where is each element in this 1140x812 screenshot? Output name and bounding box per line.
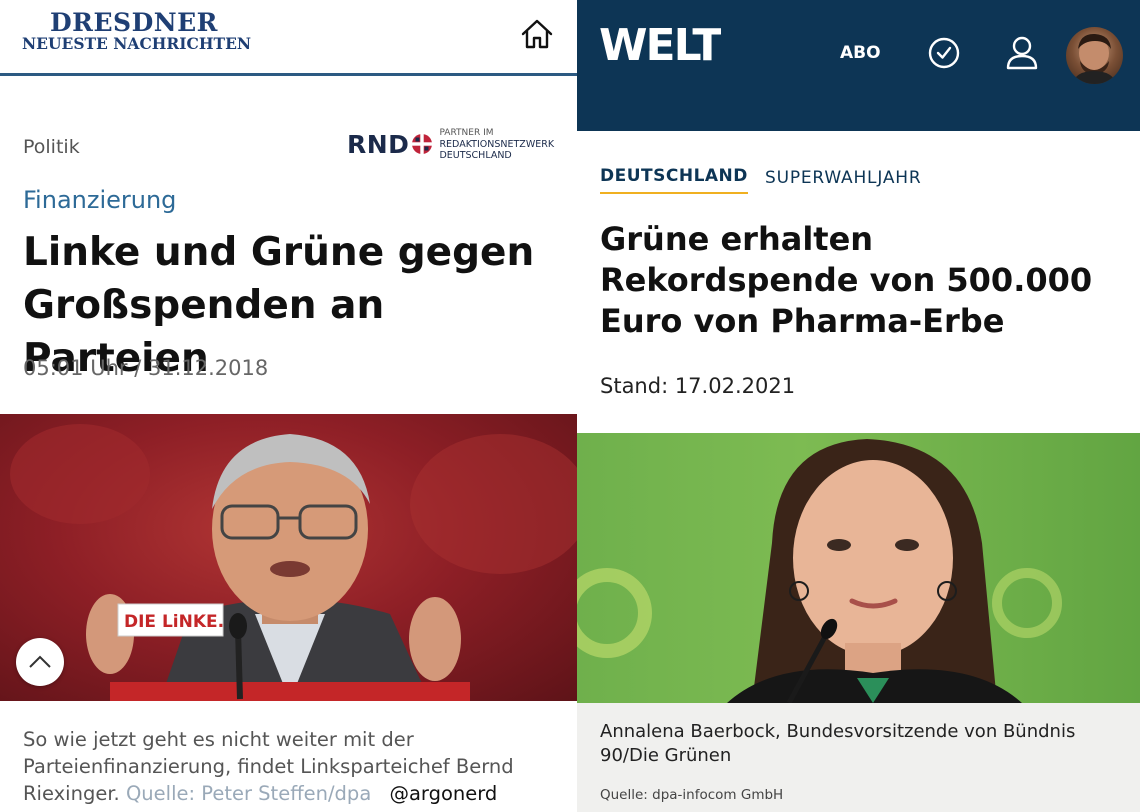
article-time: 05:01 Uhr — [23, 356, 128, 380]
welt-wordmark: WELT — [599, 20, 724, 71]
dnn-logo[interactable]: DRESDNER NEUESTE NACHRICHTEN — [22, 10, 251, 52]
photo-illustration: DIE LiNKE. — [10, 424, 577, 701]
watermark-handle: @argonerd — [389, 782, 498, 805]
rnd-logo-text: RND — [347, 129, 410, 159]
article-date: Stand: 17.02.2021 — [600, 374, 796, 398]
home-icon[interactable] — [520, 18, 554, 50]
dnn-logo-line2: NEUESTE NACHRICHTEN — [22, 34, 252, 53]
date-separator: / — [134, 356, 142, 380]
dnn-header: DRESDNER NEUESTE NACHRICHTEN — [0, 0, 577, 76]
welt-logo-text: WELT — [599, 26, 721, 66]
article-photo-baerbock — [577, 433, 1140, 703]
caption-text: Annalena Baerbock, Bundesvorsitzende von… — [600, 721, 1076, 766]
abo-button[interactable]: ABO — [840, 43, 881, 63]
rnd-partner-line2: DEUTSCHLAND — [439, 149, 512, 161]
article-date: 31.12.2018 — [147, 356, 269, 380]
caption-source: Quelle: Peter Steffen/dpa — [125, 782, 372, 805]
rnd-partner-line1: REDAKTIONSNETZWERK — [439, 138, 555, 150]
tab-deutschland[interactable]: DEUTSCHLAND — [600, 166, 748, 194]
article-photo-riexinger: DIE LiNKE. — [0, 414, 577, 701]
rnd-mark-icon — [412, 134, 433, 154]
chevron-up-icon — [29, 655, 51, 668]
rnd-partner-small: PARTNER IM — [439, 127, 494, 138]
user-icon[interactable] — [1005, 35, 1039, 75]
rnd-partner-badge: RND PARTNER IM REDAKTIONSNETZWERK DEUTSC… — [347, 126, 562, 162]
scroll-top-button[interactable] — [16, 638, 64, 686]
welt-article-panel: WELT ABO DEUTSCHLAND SUPERWAHLJAHR Grüne… — [577, 0, 1140, 812]
photo-caption: Annalena Baerbock, Bundesvorsitzende von… — [577, 703, 1140, 812]
dnn-logo-line1: DRESDNER — [50, 8, 218, 37]
photo-sign-text: DIE LiNKE. — [124, 612, 224, 632]
article-kicker: Finanzierung — [23, 186, 177, 214]
tab-superwahljahr[interactable]: SUPERWAHLJAHR — [765, 168, 921, 188]
photo-caption: So wie jetzt geht es nicht weiter mit de… — [23, 726, 563, 807]
article-headline: Grüne erhalten Rekordspende von 500.000 … — [600, 220, 1093, 340]
welt-logo[interactable]: WELT — [599, 20, 724, 77]
article-dateline: 05:01 Uhr / 31.12.2018 — [23, 356, 268, 380]
rnd-partner-label: PARTNER IM REDAKTIONSNETZWERK DEUTSCHLAN… — [439, 128, 554, 161]
avatar[interactable] — [1066, 27, 1123, 84]
welt-header: WELT ABO — [577, 0, 1140, 131]
clock-icon[interactable] — [927, 36, 961, 74]
avatar-image — [1072, 33, 1117, 84]
photo-illustration — [577, 439, 1062, 703]
caption-source: Quelle: dpa-infocom GmbH — [600, 787, 784, 803]
dnn-article-panel: DRESDNER NEUESTE NACHRICHTEN Politik RND… — [0, 0, 577, 812]
section-label[interactable]: Politik — [23, 136, 80, 158]
